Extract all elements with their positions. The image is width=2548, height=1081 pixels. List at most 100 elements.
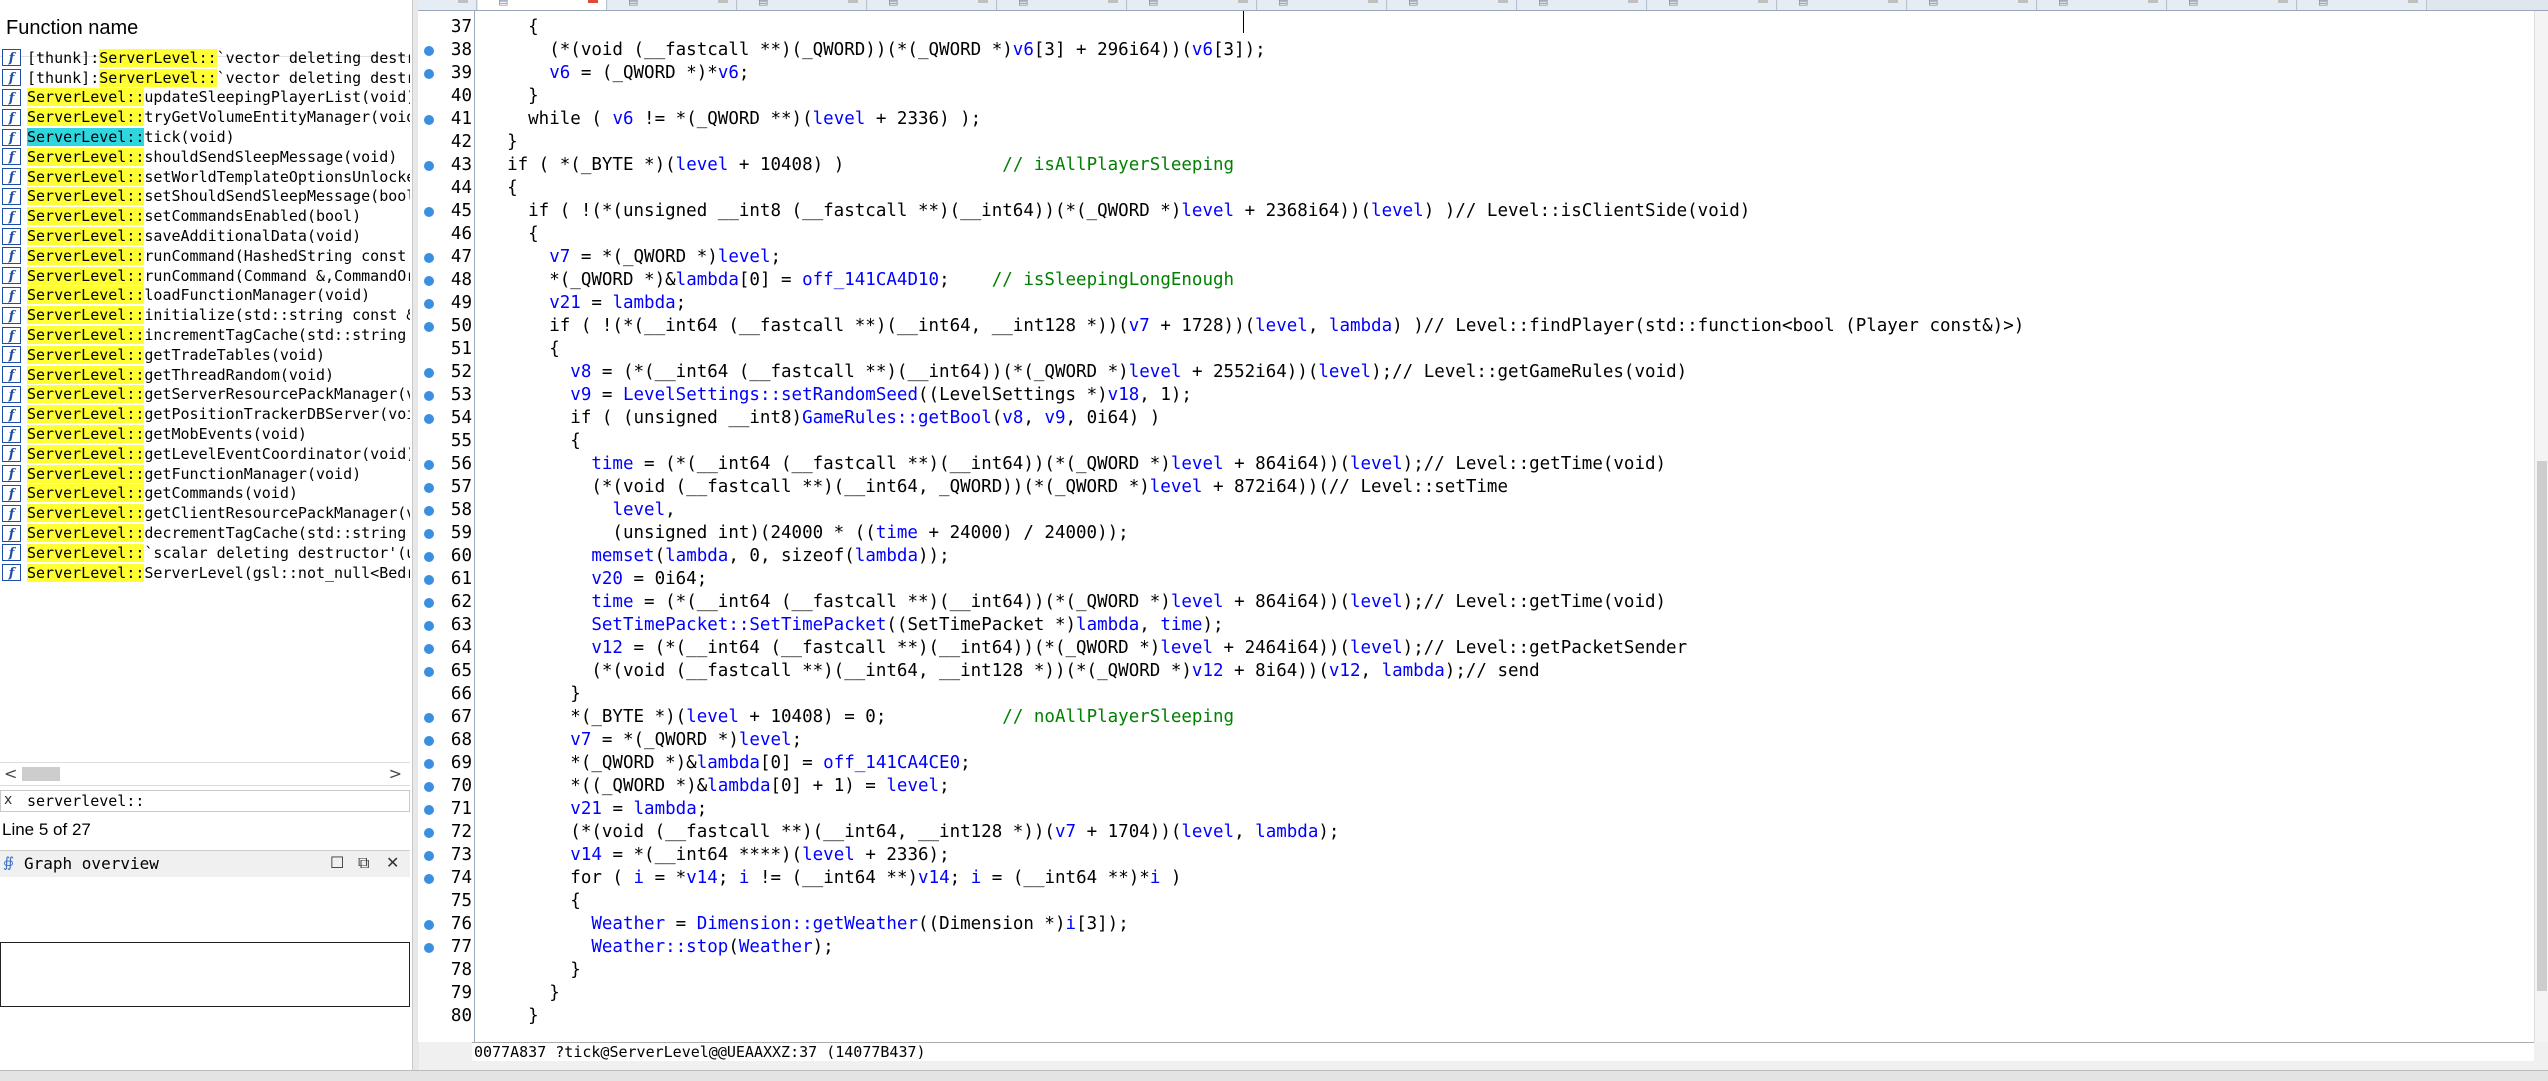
code-line[interactable]: 51 {	[418, 338, 2534, 361]
code-line[interactable]: 78 }	[418, 959, 2534, 982]
maximize-button[interactable]: ☐	[330, 853, 344, 872]
code-line[interactable]: 67 *(_BYTE *)(level + 10408) = 0; // noA…	[418, 706, 2534, 729]
line-marker-dot[interactable]	[424, 828, 434, 838]
tab-close-icon[interactable]	[1888, 0, 1898, 3]
line-marker-dot[interactable]	[424, 805, 434, 815]
view-tab[interactable]: ▤	[2168, 0, 2297, 10]
tab-close-icon[interactable]	[1628, 0, 1638, 3]
line-marker-dot[interactable]	[424, 276, 434, 286]
line-marker-dot[interactable]	[424, 851, 434, 861]
code-line[interactable]: 54 if ( (unsigned __int8)GameRules::getB…	[418, 407, 2534, 430]
line-marker-dot[interactable]	[424, 552, 434, 562]
code-line[interactable]: 75 {	[418, 890, 2534, 913]
code-line[interactable]: 66 }	[418, 683, 2534, 706]
view-tab[interactable]: ▤	[1258, 0, 1387, 10]
code-line[interactable]: 65 (*(void (__fastcall **)(__int64, __in…	[418, 660, 2534, 683]
code-line[interactable]: 59 (unsigned int)(24000 * ((time + 24000…	[418, 522, 2534, 545]
tab-close-icon[interactable]	[588, 0, 598, 3]
code-line[interactable]: 70 *((_QWORD *)&lambda[0] + 1) = level;	[418, 775, 2534, 798]
function-list-item[interactable]: f ServerLevel:: incrementTagCache(std::str…	[0, 325, 410, 345]
function-list-item[interactable]: f ServerLevel:: setCommandsEnabled(bool)	[0, 206, 410, 226]
code-line[interactable]: 60 memset(lambda, 0, sizeof(lambda));	[418, 545, 2534, 568]
line-marker-dot[interactable]	[424, 575, 434, 585]
code-line[interactable]: 43 if ( *(_BYTE *)(level + 10408) ) // i…	[418, 154, 2534, 177]
line-marker-dot[interactable]	[424, 529, 434, 539]
code-line[interactable]: 53 v9 = LevelSettings::setRandomSeed((Le…	[418, 384, 2534, 407]
tab-close-icon[interactable]	[1758, 0, 1768, 3]
code-line[interactable]: 61 v20 = 0i64;	[418, 568, 2534, 591]
line-marker-dot[interactable]	[424, 782, 434, 792]
line-marker-dot[interactable]	[424, 943, 434, 953]
tab-close-icon[interactable]	[1368, 0, 1378, 3]
code-line[interactable]: 68 v7 = *(_QWORD *)level;	[418, 729, 2534, 752]
line-marker-dot[interactable]	[424, 460, 434, 470]
function-list-item[interactable]: f ServerLevel:: getPositionTrackerDBServer…	[0, 404, 410, 424]
line-marker-dot[interactable]	[424, 598, 434, 608]
code-line[interactable]: 38 (*(void (__fastcall **)(_QWORD))(*(_Q…	[418, 39, 2534, 62]
view-tab[interactable]: ▤	[1778, 0, 1907, 10]
code-line[interactable]: 50 if ( !(*(__int64 (__fastcall **)(__in…	[418, 315, 2534, 338]
code-line[interactable]: 56 time = (*(__int64 (__fastcall **)(__i…	[418, 453, 2534, 476]
code-line[interactable]: 73 v14 = *(__int64 ****)(level + 2336);	[418, 844, 2534, 867]
function-list-item[interactable]: f ServerLevel:: updateSleepingPlayerList(v…	[0, 88, 410, 108]
view-tab[interactable]: ▤	[1388, 0, 1517, 10]
code-line[interactable]: 63 SetTimePacket::SetTimePacket((SetTime…	[418, 614, 2534, 637]
code-line[interactable]: 49 v21 = lambda;	[418, 292, 2534, 315]
close-button[interactable]: ✕	[386, 853, 399, 872]
line-marker-dot[interactable]	[424, 69, 434, 79]
code-line[interactable]: 46 {	[418, 223, 2534, 246]
view-tab[interactable]: ▤	[998, 0, 1127, 10]
view-tab[interactable]: ▤	[2298, 0, 2427, 10]
view-tab[interactable]: ▤	[868, 0, 997, 10]
line-marker-dot[interactable]	[424, 253, 434, 263]
line-marker-dot[interactable]	[424, 115, 434, 125]
function-list-item[interactable]: f [thunk]: ServerLevel:: `vector deleting d…	[0, 48, 410, 68]
function-list-item[interactable]: f ServerLevel:: getLevelEventCoordinator(v…	[0, 444, 410, 464]
code-line[interactable]: 74 for ( i = *v14; i != (__int64 **)v14;…	[418, 867, 2534, 890]
float-button[interactable]: ⧉	[358, 853, 369, 873]
line-marker-dot[interactable]	[424, 322, 434, 332]
line-marker-dot[interactable]	[424, 736, 434, 746]
view-tab[interactable]: ▤	[2038, 0, 2167, 10]
vscroll-thumb[interactable]	[2537, 461, 2547, 991]
tab-close-icon[interactable]	[2018, 0, 2028, 3]
function-list-item[interactable]: f ServerLevel:: getClientResourcePackManag…	[0, 503, 410, 523]
scroll-right-arrow[interactable]: >	[389, 764, 402, 783]
code-line[interactable]: 64 v12 = (*(__int64 (__fastcall **)(__in…	[418, 637, 2534, 660]
line-marker-dot[interactable]	[424, 759, 434, 769]
function-list-item[interactable]: f ServerLevel:: getFunctionManager(void)	[0, 464, 410, 484]
line-marker-dot[interactable]	[424, 713, 434, 723]
scroll-left-arrow[interactable]: <	[4, 764, 17, 783]
line-marker-dot[interactable]	[424, 506, 434, 516]
view-tab[interactable]: ▤	[1648, 0, 1777, 10]
line-marker-dot[interactable]	[424, 299, 434, 309]
function-list-item[interactable]: f ServerLevel:: saveAdditionalData(void)	[0, 226, 410, 246]
function-list-item[interactable]: f [thunk]: ServerLevel:: `vector deleting d…	[0, 68, 410, 88]
function-list-item[interactable]: f ServerLevel:: ServerLevel(gsl::not_null<…	[0, 563, 410, 583]
function-list-item[interactable]: f ServerLevel:: getTradeTables(void)	[0, 345, 410, 365]
line-marker-dot[interactable]	[424, 644, 434, 654]
clear-filter-icon[interactable]: x	[4, 792, 12, 808]
line-marker-dot[interactable]	[424, 874, 434, 884]
function-list-item[interactable]: f ServerLevel:: setWorldTemplateOptionsUnl…	[0, 167, 410, 187]
code-line[interactable]: 71 v21 = lambda;	[418, 798, 2534, 821]
code-line[interactable]: 47 v7 = *(_QWORD *)level;	[418, 246, 2534, 269]
function-list-item[interactable]: f ServerLevel:: getThreadRandom(void)	[0, 365, 410, 385]
view-tab[interactable]: ▤	[478, 0, 607, 10]
line-marker-dot[interactable]	[424, 161, 434, 171]
line-marker-dot[interactable]	[424, 207, 434, 217]
tab-close-icon[interactable]	[458, 0, 468, 3]
line-marker-dot[interactable]	[424, 667, 434, 677]
function-list-item[interactable]: f ServerLevel:: getMobEvents(void)	[0, 424, 410, 444]
tab-close-icon[interactable]	[2408, 0, 2418, 3]
line-marker-dot[interactable]	[424, 414, 434, 424]
code-line[interactable]: 79 }	[418, 982, 2534, 1005]
view-tab[interactable]: ▤	[738, 0, 867, 10]
tab-close-icon[interactable]	[2148, 0, 2158, 3]
code-line[interactable]: 76 Weather = Dimension::getWeather((Dime…	[418, 913, 2534, 936]
code-line[interactable]: 55 {	[418, 430, 2534, 453]
function-list-item[interactable]: f ServerLevel:: loadFunctionManager(void)	[0, 286, 410, 306]
code-line[interactable]: 44 {	[418, 177, 2534, 200]
code-line[interactable]: 62 time = (*(__int64 (__fastcall **)(__i…	[418, 591, 2534, 614]
view-tab[interactable]: ▤	[608, 0, 737, 10]
